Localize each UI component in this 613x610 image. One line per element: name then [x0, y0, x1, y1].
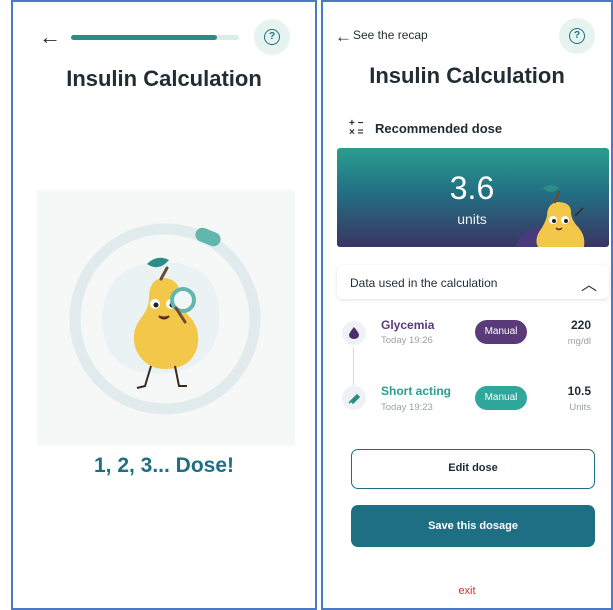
arrow-left-icon[interactable]: ←: [335, 26, 352, 48]
see-recap-link[interactable]: See the recap: [353, 28, 428, 42]
edit-dose-button[interactable]: Edit dose: [351, 449, 595, 489]
timeline-line: [353, 347, 354, 387]
recommended-dose-heading: + − × = Recommended dose: [349, 118, 503, 138]
loading-illustration: [37, 190, 295, 446]
entry-value: 10.5: [567, 384, 591, 398]
help-button[interactable]: ?: [254, 19, 290, 55]
save-dosage-button[interactable]: Save this dosage: [351, 505, 595, 547]
recommended-dose-label: Recommended dose: [375, 120, 503, 136]
entry-value: 220: [570, 318, 591, 332]
syringe-icon: [342, 386, 366, 410]
drop-icon: [342, 321, 366, 345]
source-badge: Manual: [475, 386, 527, 410]
page-title: Insulin Calculation: [66, 66, 262, 91]
entry-name: Glycemia: [381, 318, 435, 332]
help-button[interactable]: ?: [559, 18, 595, 54]
entry-time: Today 19:26: [381, 335, 433, 346]
question-circle-icon: ?: [569, 28, 585, 44]
pear-mascot-loading-image: [69, 223, 261, 415]
calculating-screen: ← ? Insulin Calculation 1, 2, 3... Dose!: [11, 0, 317, 610]
loading-message: 1, 2, 3... Dose!: [93, 454, 235, 477]
progress-bar: [71, 35, 239, 40]
pear-mascot-image: [515, 185, 585, 247]
calculator-operators-icon: + − × =: [349, 118, 364, 138]
recommended-dose-card: 3.6 units: [337, 148, 609, 247]
question-circle-icon: ?: [264, 29, 280, 45]
entry-unit: Units: [569, 402, 591, 413]
exit-link[interactable]: exit: [323, 585, 611, 597]
entry-time: Today 19:23: [381, 402, 433, 413]
arrow-left-icon[interactable]: ←: [39, 26, 61, 48]
data-used-label: Data used in the calculation: [350, 276, 498, 290]
chevron-up-icon[interactable]: ︿: [581, 271, 597, 295]
entry-name: Short acting: [381, 384, 452, 398]
progress-fill: [71, 35, 218, 40]
entry-unit: mg/dl: [567, 336, 591, 347]
source-badge: Manual: [475, 320, 527, 344]
page-title: Insulin Calculation: [369, 63, 565, 88]
data-used-panel-header[interactable]: Data used in the calculation ︿: [337, 265, 609, 299]
dose-result-screen: ← See the recap ? Insulin Calculation + …: [321, 0, 613, 610]
